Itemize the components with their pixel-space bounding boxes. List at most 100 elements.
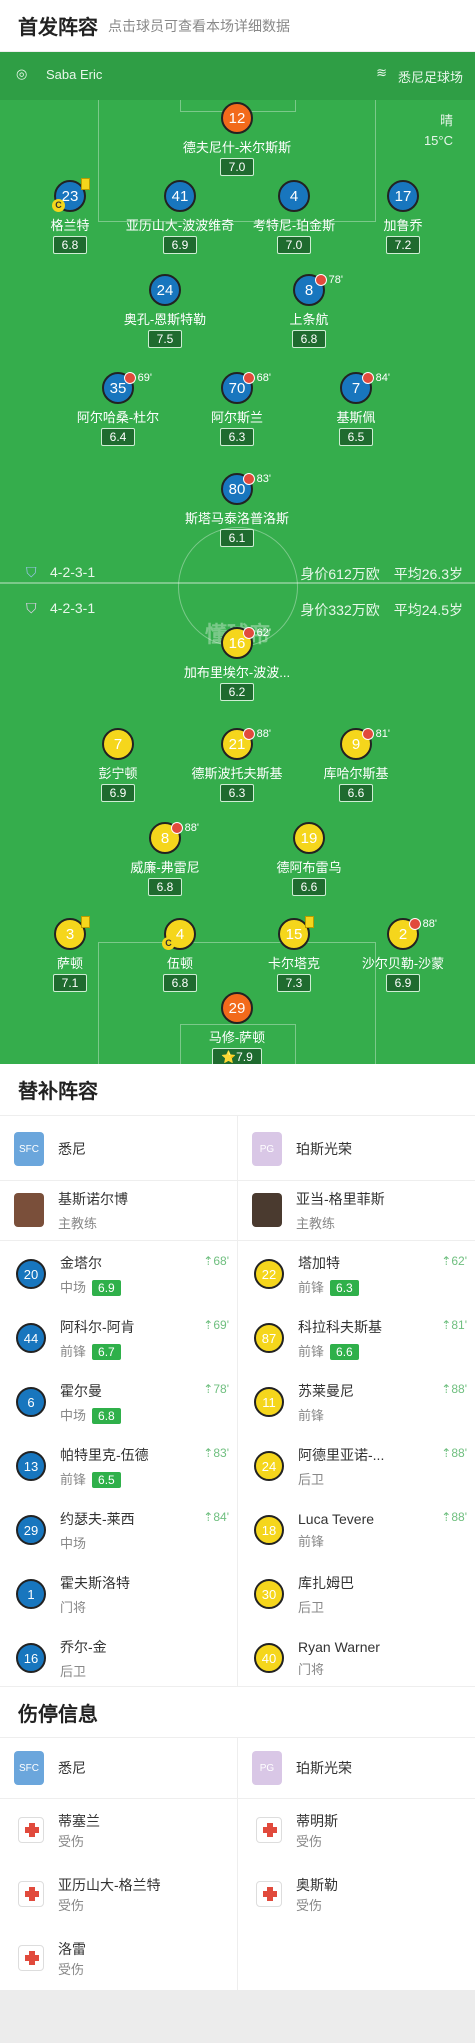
player-rating: 7.0 <box>276 236 312 254</box>
away-sub-row[interactable]: 18 Luca Tevere 前锋 ⇡88' <box>238 1506 475 1554</box>
home-injury-row[interactable]: 洛雷 受伤 <box>0 1936 237 1980</box>
player-name: 科拉科夫斯基 <box>298 1318 382 1335</box>
player-rating: 6.1 <box>219 529 255 547</box>
sub-off-indicator: 83' <box>242 473 271 485</box>
player-name: 金塔尔 <box>60 1254 102 1271</box>
home-injury-row[interactable]: 亚历山大-格兰特 受伤 <box>0 1872 237 1916</box>
player-name: 德阿布雷乌 <box>276 860 342 875</box>
sub-on-icon: ⇡ <box>203 1254 214 1268</box>
sub-off-indicator: 88' <box>170 822 199 834</box>
sydney-logo-icon: SFC <box>14 1751 44 1785</box>
away-player[interactable]: 7 彭宁顿 6.9 <box>53 728 183 802</box>
player-number-badge: 7 84' <box>340 372 390 404</box>
stadium-icon: ≋ <box>376 65 387 80</box>
subs-away-team[interactable]: PG 珀斯光荣 <box>238 1126 475 1172</box>
home-coach[interactable]: 基斯诺尔博 主教练 <box>0 1186 237 1234</box>
away-player[interactable]: 19 德阿布雷乌 6.6 <box>244 822 374 896</box>
home-player[interactable]: 24 奥孔-恩斯特勒 7.5 <box>100 274 230 348</box>
player-number-badge: 35 69' <box>102 372 152 404</box>
away-sub-row[interactable]: 87 科拉科夫斯基 前锋 6.6 ⇡81' <box>238 1314 475 1362</box>
player-number-badge: 70 68' <box>221 372 271 404</box>
away-player[interactable]: 4C 伍顿 6.8 <box>115 918 245 992</box>
away-player[interactable]: 16 62' 加布里埃尔-波波... 6.2 <box>172 627 302 701</box>
player-name: 塔加特 <box>298 1254 340 1271</box>
away-player[interactable]: 21 88' 德斯波托夫斯基 6.3 <box>172 728 302 802</box>
star-icon: ⭐ <box>221 1050 237 1064</box>
player-rating: 6.9 <box>92 1279 121 1296</box>
player-number-badge: 19 <box>293 822 325 854</box>
injuries-home-team[interactable]: SFC 悉尼 <box>0 1746 237 1790</box>
player-name: 伍顿 <box>166 956 193 971</box>
player-number-badge: 1 <box>16 1579 46 1609</box>
away-sub-row[interactable]: 24 阿德里亚诺-... 后卫 ⇡88' <box>238 1442 475 1490</box>
home-player[interactable]: 80 83' 斯塔马泰洛普洛斯 6.1 <box>172 473 302 547</box>
player-number-badge: 9 81' <box>340 728 390 760</box>
sub-off-indicator: 69' <box>123 372 152 384</box>
away-player[interactable]: 9 81' 库哈尔斯基 6.6 <box>291 728 421 802</box>
home-sub-row[interactable]: 20 金塔尔 中场 6.9 ⇡68' <box>0 1250 237 1298</box>
shield-icon: ⛉ <box>26 600 37 616</box>
player-name: 奥斯勒 <box>296 1876 338 1893</box>
sub-on-icon: ⇡ <box>203 1510 214 1524</box>
home-sub-row[interactable]: 1 霍夫斯洛特 门将 <box>0 1570 237 1618</box>
home-player-gk[interactable]: 12 德夫尼什-米尔斯斯 7.0 <box>172 102 302 176</box>
player-rating: 6.9 <box>100 784 136 802</box>
player-name: 阿尔斯兰 <box>210 410 263 425</box>
home-player[interactable]: 8 78' 上条航 6.8 <box>244 274 374 348</box>
player-name: 阿科尔-阿肯 <box>60 1318 135 1335</box>
lineup-header: 首发阵容 点击球员可查看本场详细数据 <box>0 0 475 52</box>
player-number-badge: 24 <box>149 274 181 306</box>
home-player[interactable]: 70 68' 阿尔斯兰 6.3 <box>172 372 302 446</box>
injuries-away-team[interactable]: PG 珀斯光荣 <box>238 1746 475 1790</box>
team-name: 悉尼 <box>58 1760 86 1776</box>
away-sub-row[interactable]: 11 苏莱曼尼 前锋 ⇡88' <box>238 1378 475 1426</box>
home-player[interactable]: 35 69' 阿尔哈桑-杜尔 6.4 <box>53 372 183 446</box>
away-coach[interactable]: 亚当-格里菲斯 主教练 <box>238 1186 475 1234</box>
away-player[interactable]: 2 88' 沙尔贝勒-沙蒙 6.9 <box>338 918 468 992</box>
player-number-badge: 29 <box>16 1515 46 1545</box>
player-rating: 6.9 <box>162 236 198 254</box>
player-name: 加布里埃尔-波波... <box>183 665 291 680</box>
sub-off-indicator: 78' <box>314 274 343 286</box>
player-name: Luca Tevere <box>298 1510 375 1527</box>
player-name: 彭宁顿 <box>98 766 138 781</box>
home-sub-row[interactable]: 6 霍尔曼 中场 6.8 ⇡78' <box>0 1378 237 1426</box>
home-player[interactable]: 41 亚历山大-波波维奇 6.9 <box>115 180 245 254</box>
player-rating: 6.5 <box>92 1471 121 1488</box>
player-name: 库扎姆巴 <box>298 1574 354 1591</box>
player-rating: 6.3 <box>219 784 255 802</box>
away-sub-row[interactable]: 30 库扎姆巴 后卫 <box>238 1570 475 1618</box>
player-rating: 6.8 <box>291 330 327 348</box>
away-sub-row[interactable]: 22 塔加特 前锋 6.3 ⇡62' <box>238 1250 475 1298</box>
player-rating: 7.2 <box>385 236 421 254</box>
player-name: 阿德里亚诺-... <box>298 1446 385 1463</box>
away-player-gk[interactable]: 29 马修-萨顿 ⭐7.9 <box>172 992 302 1066</box>
coach-avatar <box>14 1193 44 1227</box>
team-name: 珀斯光荣 <box>296 1760 352 1776</box>
player-position: 前锋 <box>60 1471 87 1487</box>
home-injury-row[interactable]: 蒂塞兰 受伤 <box>0 1808 237 1852</box>
away-sub-row[interactable]: 40 Ryan Warner 门将 <box>238 1634 475 1682</box>
home-player[interactable]: 17 加鲁乔 7.2 <box>338 180 468 254</box>
home-sub-row[interactable]: 16 乔尔-金 后卫 <box>0 1634 237 1682</box>
subs-home-team[interactable]: SFC 悉尼 <box>0 1126 237 1172</box>
player-number-badge: 4 <box>278 180 310 212</box>
sub-off-icon <box>314 274 327 286</box>
player-name: 库哈尔斯基 <box>323 766 389 781</box>
sub-on-time: ⇡62' <box>441 1254 467 1268</box>
sub-on-icon: ⇡ <box>441 1446 452 1460</box>
yellow-card-icon <box>305 916 314 928</box>
home-sub-row[interactable]: 29 约瑟夫-莱西 中场 ⇡84' <box>0 1506 237 1554</box>
away-injury-row[interactable]: 蒂明斯 受伤 <box>238 1808 475 1852</box>
player-number-badge: 23 C <box>52 178 90 212</box>
home-sub-row[interactable]: 44 阿科尔-阿肯 前锋 6.7 ⇡69' <box>0 1314 237 1362</box>
player-rating: 6.6 <box>291 878 327 896</box>
away-player[interactable]: 8 88' 威廉-弗雷尼 6.8 <box>100 822 230 896</box>
lineup-subtitle: 点击球员可查看本场详细数据 <box>108 17 290 34</box>
player-name: 蒂塞兰 <box>58 1812 100 1829</box>
away-injury-row[interactable]: 奥斯勒 受伤 <box>238 1872 475 1916</box>
home-player[interactable]: 7 84' 基斯佩 6.5 <box>291 372 421 446</box>
player-rating: 6.3 <box>219 428 255 446</box>
sub-on-icon: ⇡ <box>203 1382 214 1396</box>
home-sub-row[interactable]: 13 帕特里克-伍德 前锋 6.5 ⇡83' <box>0 1442 237 1490</box>
